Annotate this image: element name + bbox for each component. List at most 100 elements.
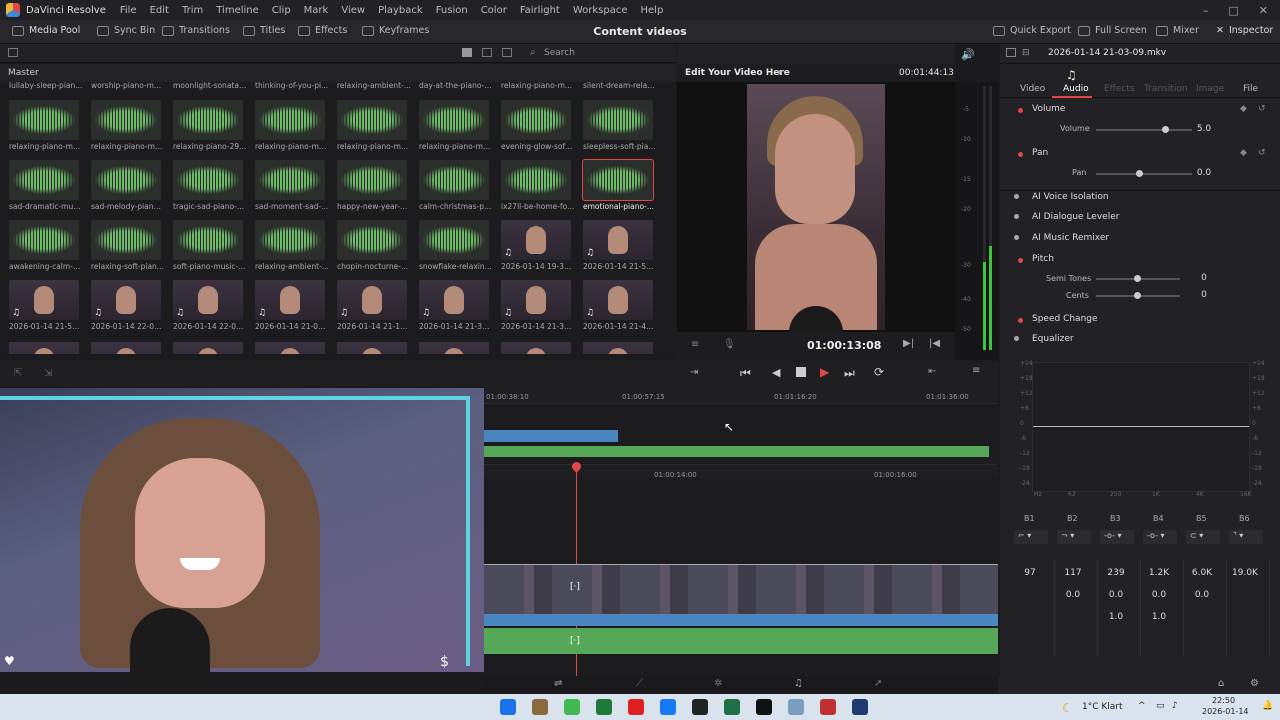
eq-band-type-dropdown[interactable]: ⌐ ▾ xyxy=(1014,530,1048,544)
x-twitter-icon[interactable] xyxy=(756,699,772,715)
previous-frame-icon[interactable]: |◀ xyxy=(929,338,940,349)
quick-export-button[interactable]: Quick Export xyxy=(993,25,1071,36)
media-clip[interactable] xyxy=(91,220,161,260)
pan-enable-toggle[interactable] xyxy=(1018,152,1023,157)
menu-clip[interactable]: Clip xyxy=(272,5,291,16)
minimize-icon[interactable]: – xyxy=(1203,4,1209,17)
menu-fairlight[interactable]: Fairlight xyxy=(520,5,560,16)
media-clip[interactable] xyxy=(501,100,571,140)
eq-band-frequency[interactable]: 117 xyxy=(1059,568,1087,578)
mixer-button[interactable]: Mixer xyxy=(1156,25,1199,36)
eq-band-frequency[interactable]: 6.0K xyxy=(1188,568,1216,578)
media-clip[interactable]: ♫ xyxy=(173,280,243,320)
menu-file[interactable]: File xyxy=(120,5,137,16)
media-clip[interactable] xyxy=(419,220,489,260)
media-clip[interactable] xyxy=(9,220,79,260)
tray-chevron-icon[interactable]: ^ xyxy=(1138,701,1146,711)
media-clip[interactable] xyxy=(337,220,407,260)
volume-slider[interactable] xyxy=(1096,126,1192,133)
go-to-end-icon[interactable]: ⏭ xyxy=(844,366,855,381)
speaker-icon[interactable]: 🔊 xyxy=(961,48,975,61)
eq-band-type-dropdown[interactable]: ⊂ ▾ xyxy=(1186,530,1220,544)
menu-edit[interactable]: Edit xyxy=(150,5,169,16)
eq-band-gain[interactable]: 0.0 xyxy=(1102,590,1130,600)
deliver-page-icon[interactable]: ➚ xyxy=(874,678,882,689)
voice-isolation-toggle[interactable] xyxy=(1014,194,1019,199)
weather-icon[interactable]: ☾ xyxy=(1062,701,1073,715)
full-screen-button[interactable]: Full Screen xyxy=(1078,25,1147,36)
timeline-marker-icon[interactable]: ⇤ xyxy=(928,366,936,377)
equalizer-label[interactable]: Equalizer xyxy=(1032,334,1074,344)
close-icon[interactable]: ✕ xyxy=(1259,4,1268,17)
menu-fusion[interactable]: Fusion xyxy=(436,5,468,16)
eq-band-frequency[interactable]: 19.0K xyxy=(1231,568,1259,578)
eq-band-type-dropdown[interactable]: ¬ ▾ xyxy=(1057,530,1091,544)
menu-icon[interactable]: ≡ xyxy=(972,365,980,376)
menu-timeline[interactable]: Timeline xyxy=(216,5,259,16)
eq-band-frequency[interactable]: 97 xyxy=(1016,568,1044,578)
timeline-options-icon[interactable]: ⇲ xyxy=(44,368,52,379)
facebook-icon[interactable] xyxy=(660,699,676,715)
keyframe-icon[interactable]: ◆ xyxy=(1240,104,1247,114)
weather-text[interactable]: 1°C Klart xyxy=(1082,702,1123,712)
eq-band-q[interactable]: 1.0 xyxy=(1102,612,1130,622)
eq-band-type-dropdown[interactable]: ⌝ ▾ xyxy=(1229,530,1263,544)
effects-button[interactable]: Effects xyxy=(298,25,347,36)
bin-list-icon[interactable] xyxy=(8,48,18,57)
fusion-page-icon[interactable]: ⟋ xyxy=(636,678,643,689)
eq-band-type-dropdown[interactable]: -o- ▾ xyxy=(1100,530,1134,544)
semi-tones-value[interactable]: 0 xyxy=(1190,273,1218,283)
eq-band-frequency[interactable]: 239 xyxy=(1102,568,1130,578)
chevron-down-icon[interactable]: ▾ xyxy=(777,68,782,78)
reset-icon[interactable]: ↺ xyxy=(1258,148,1266,158)
speed-change-toggle[interactable] xyxy=(1018,318,1023,323)
voice-isolation-label[interactable]: AI Voice Isolation xyxy=(1032,192,1109,202)
viewer-options-icon[interactable]: ≡ xyxy=(691,339,699,350)
menu-workspace[interactable]: Workspace xyxy=(573,5,628,16)
home-icon[interactable]: ⌂ xyxy=(1218,678,1224,689)
media-clip[interactable] xyxy=(173,220,243,260)
media-clip[interactable] xyxy=(255,160,325,200)
media-clip[interactable] xyxy=(9,160,79,200)
media-clip[interactable] xyxy=(255,100,325,140)
game-app-icon[interactable] xyxy=(532,699,548,715)
media-clip[interactable]: ♫ xyxy=(583,280,653,320)
filmstrip-view-icon[interactable] xyxy=(482,48,492,57)
excel-icon[interactable] xyxy=(724,699,740,715)
media-clip[interactable] xyxy=(255,220,325,260)
sync-bin-button[interactable]: Sync Bin xyxy=(97,25,155,36)
media-clip[interactable]: ♫ xyxy=(91,280,161,320)
loop-icon[interactable]: ⟳ xyxy=(874,365,884,379)
media-clip[interactable]: ♫ xyxy=(337,280,407,320)
edge-browser-icon[interactable] xyxy=(500,699,516,715)
media-clip[interactable] xyxy=(337,100,407,140)
loop-mode-icon[interactable]: ⇥ xyxy=(690,367,698,378)
media-clip[interactable] xyxy=(501,342,571,354)
viewer-title[interactable]: Edit Your Video Here xyxy=(685,68,790,78)
audio-edit-point-icon[interactable]: [·] xyxy=(570,636,580,646)
media-clip[interactable] xyxy=(337,342,407,354)
menu-mark[interactable]: Mark xyxy=(304,5,329,16)
overview-video-track[interactable] xyxy=(484,430,618,442)
timeline[interactable]: 01:00:38:10 01:00:57:15 01:01:16:20 01:0… xyxy=(484,386,998,676)
search-input[interactable]: Search xyxy=(544,48,575,58)
cents-slider[interactable] xyxy=(1096,292,1180,299)
tab-effects[interactable]: Effects xyxy=(1104,84,1135,94)
media-clip[interactable] xyxy=(255,342,325,354)
menu-trim[interactable]: Trim xyxy=(182,5,203,16)
media-clip[interactable] xyxy=(173,342,243,354)
equalizer-toggle[interactable] xyxy=(1014,336,1019,341)
media-clip[interactable] xyxy=(583,100,653,140)
tab-image[interactable]: Image xyxy=(1196,84,1224,94)
inspector-button[interactable]: ✕ Inspector xyxy=(1216,25,1273,36)
media-clip[interactable] xyxy=(583,342,653,354)
microphone-icon[interactable]: 🎙 xyxy=(723,339,736,350)
media-clip[interactable] xyxy=(9,342,79,354)
menu-view[interactable]: View xyxy=(341,5,365,16)
media-clip[interactable] xyxy=(419,100,489,140)
files-icon[interactable] xyxy=(788,699,804,715)
pitch-enable-toggle[interactable] xyxy=(1018,258,1023,263)
spotify-icon[interactable] xyxy=(564,699,580,715)
pan-value[interactable]: 0.0 xyxy=(1190,168,1218,178)
eq-band-q[interactable]: 1.0 xyxy=(1145,612,1173,622)
